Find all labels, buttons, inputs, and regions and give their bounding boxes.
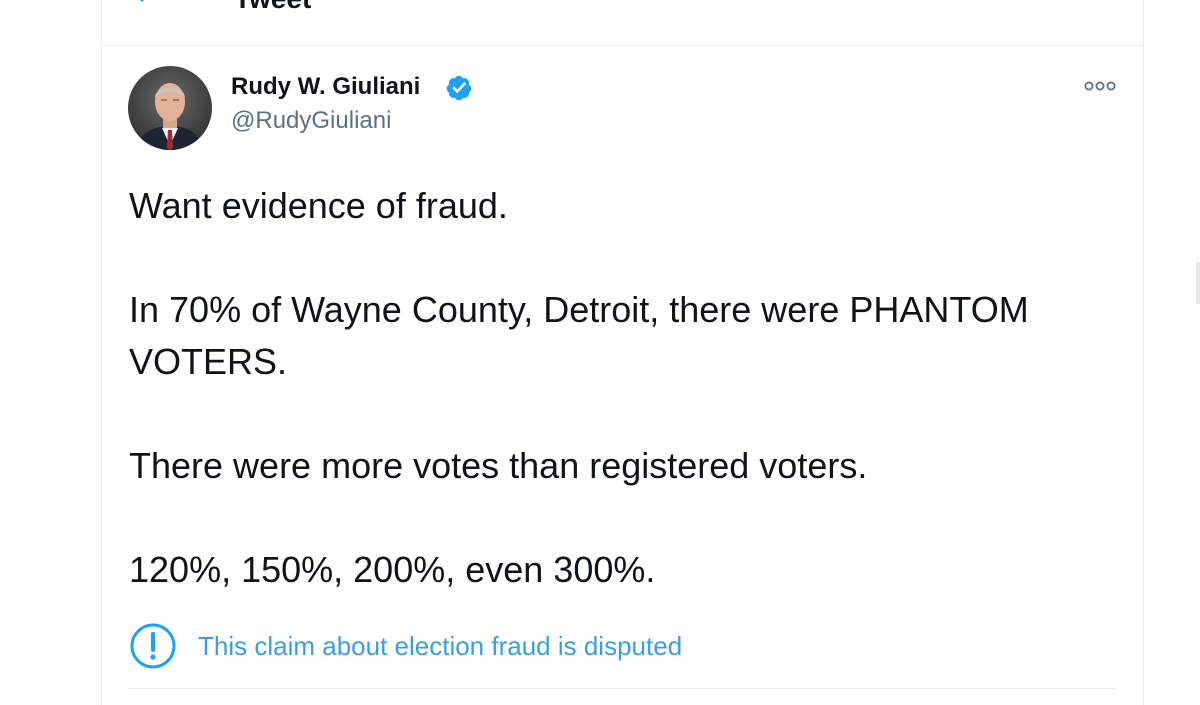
page-title: Tweet [234, 0, 311, 15]
tweet-paragraph: 120%, 150%, 200%, even 300%. [129, 549, 656, 590]
scrollbar-fragment [1196, 262, 1200, 304]
verified-badge-icon [446, 75, 472, 101]
more-options-button[interactable] [1083, 78, 1117, 94]
tweet-page: Tweet Rudy W. Giul [0, 0, 1200, 705]
disputed-claim-notice[interactable]: This claim about election fraud is dispu… [129, 621, 682, 671]
author-handle[interactable]: @RudyGiuliani [231, 107, 391, 135]
tweet-paragraph: Want evidence of fraud. [129, 185, 508, 226]
tweet-text: Want evidence of fraud. In 70% of Wayne … [129, 180, 1119, 596]
disputed-claim-text[interactable]: This claim about election fraud is dispu… [198, 631, 682, 662]
more-dots-icon [1084, 81, 1116, 91]
exclamation-circle-icon [130, 623, 176, 669]
divider [128, 688, 1116, 689]
tweet-paragraph: In 70% of Wayne County, Detroit, there w… [129, 289, 1029, 382]
author-display-name[interactable]: Rudy W. Giuliani [231, 73, 420, 101]
avatar[interactable] [128, 66, 212, 150]
back-button[interactable] [132, 0, 168, 18]
tweet-paragraph: There were more votes than registered vo… [129, 445, 868, 486]
back-arrow-icon [140, 0, 145, 2]
page-header: Tweet [102, 0, 1143, 46]
profile-photo [128, 66, 212, 150]
